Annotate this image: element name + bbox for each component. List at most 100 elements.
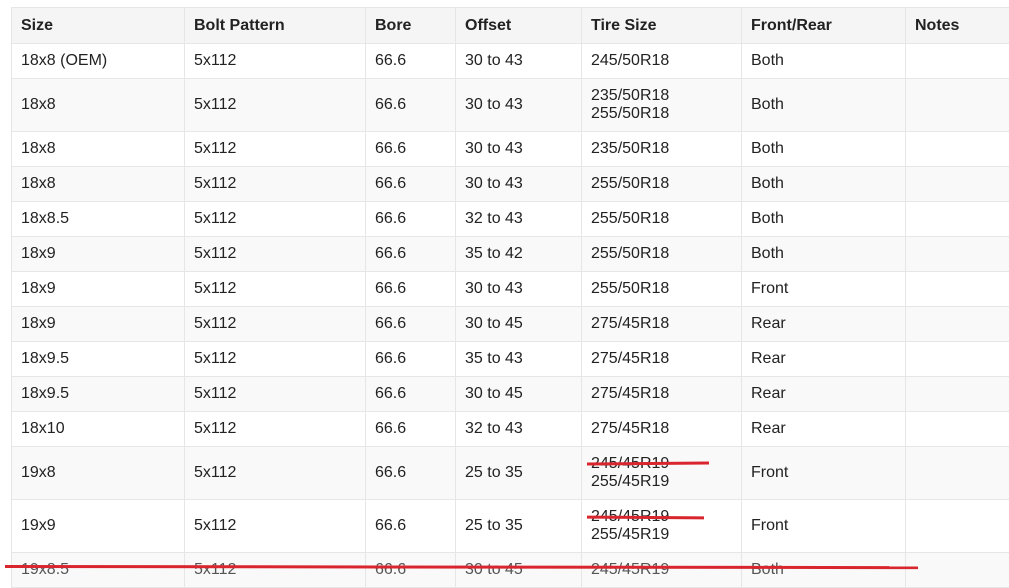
cell-front-rear: Both [742, 44, 906, 79]
cell-bolt-pattern: 5x112 [185, 272, 366, 307]
cell-offset: 30 to 43 [456, 79, 582, 132]
cell-bolt-pattern: 5x112 [185, 237, 366, 272]
cell-front-rear: Both [742, 132, 906, 167]
cell-bore: 66.6 [366, 447, 456, 500]
wheel-fitment-table-container: Size Bolt Pattern Bore Offset Tire Size … [11, 7, 1009, 588]
cell-notes [906, 79, 1009, 132]
tire-size-value: 245/45R19 [591, 561, 732, 579]
tire-size-value: 235/50R18 [591, 87, 732, 105]
cell-front-rear: Front [742, 447, 906, 500]
cell-front-rear: Front [742, 500, 906, 553]
cell-size: 18x10 [12, 412, 185, 447]
cell-tire-size: 255/50R18 [582, 237, 742, 272]
cell-bore: 66.6 [366, 79, 456, 132]
cell-size: 18x8 [12, 167, 185, 202]
cell-front-rear: Rear [742, 307, 906, 342]
cell-bolt-pattern: 5x112 [185, 553, 366, 588]
struck-tire-size: 245/45R19 [591, 508, 669, 526]
cell-bore: 66.6 [366, 132, 456, 167]
cell-tire-size: 245/50R18 [582, 44, 742, 79]
cell-offset: 32 to 43 [456, 412, 582, 447]
cell-notes [906, 272, 1009, 307]
cell-tire-size: 245/45R19 [582, 553, 742, 588]
cell-notes [906, 307, 1009, 342]
tire-size-value: 275/45R18 [591, 315, 732, 333]
cell-bore: 66.6 [366, 307, 456, 342]
tire-size-value: 235/50R18 [591, 140, 732, 158]
table-row: 18x9 5x112 66.6 35 to 42 255/50R18 Both [12, 237, 1009, 272]
cell-tire-size: 245/45R19 255/45R19 [582, 500, 742, 553]
cell-offset: 35 to 42 [456, 237, 582, 272]
cell-size: 18x9 [12, 237, 185, 272]
cell-tire-size: 235/50R18 [582, 132, 742, 167]
column-header-size[interactable]: Size [12, 8, 185, 44]
cell-tire-size: 275/45R18 [582, 307, 742, 342]
tire-size-value: 255/50R18 [591, 210, 732, 228]
cell-bolt-pattern: 5x112 [185, 412, 366, 447]
cell-size: 18x8 [12, 79, 185, 132]
cell-bore: 66.6 [366, 202, 456, 237]
column-header-front-rear[interactable]: Front/Rear [742, 8, 906, 44]
table-row: 18x9 5x112 66.6 30 to 45 275/45R18 Rear [12, 307, 1009, 342]
cell-size: 18x9.5 [12, 377, 185, 412]
red-strike-mark [587, 461, 709, 465]
cell-bore: 66.6 [366, 237, 456, 272]
cell-notes [906, 132, 1009, 167]
cell-tire-size: 275/45R18 [582, 342, 742, 377]
table-row: 18x9 5x112 66.6 30 to 43 255/50R18 Front [12, 272, 1009, 307]
cell-bore: 66.6 [366, 167, 456, 202]
table-row: 18x9.5 5x112 66.6 30 to 45 275/45R18 Rea… [12, 377, 1009, 412]
cell-bore: 66.6 [366, 44, 456, 79]
table-row: 19x9 5x112 66.6 25 to 35 245/45R19 255/4… [12, 500, 1009, 553]
cell-front-rear: Both [742, 167, 906, 202]
tire-size-value: 245/50R18 [591, 52, 732, 70]
cell-tire-size: 275/45R18 [582, 412, 742, 447]
tire-size-value: 275/45R18 [591, 420, 732, 438]
cell-bore: 66.6 [366, 412, 456, 447]
cell-notes [906, 500, 1009, 553]
cell-size: 18x9.5 [12, 342, 185, 377]
table-row: 18x10 5x112 66.6 32 to 43 275/45R18 Rear [12, 412, 1009, 447]
column-header-tire-size[interactable]: Tire Size [582, 8, 742, 44]
tire-size-value: 275/45R18 [591, 350, 732, 368]
cell-front-rear: Rear [742, 342, 906, 377]
cell-bolt-pattern: 5x112 [185, 500, 366, 553]
column-header-bolt-pattern[interactable]: Bolt Pattern [185, 8, 366, 44]
cell-tire-size: 245/45R19 255/45R19 [582, 447, 742, 500]
tire-size-value: 255/50R18 [591, 245, 732, 263]
cell-offset: 30 to 43 [456, 132, 582, 167]
cell-tire-size: 255/50R18 [582, 272, 742, 307]
column-header-offset[interactable]: Offset [456, 8, 582, 44]
column-header-notes[interactable]: Notes [906, 8, 1009, 44]
cell-bolt-pattern: 5x112 [185, 307, 366, 342]
tire-size-value: 275/45R18 [591, 385, 732, 403]
table-row: 19x8 5x112 66.6 25 to 35 245/45R19 255/4… [12, 447, 1009, 500]
wheel-fitment-table: Size Bolt Pattern Bore Offset Tire Size … [11, 7, 1009, 588]
cell-bolt-pattern: 5x112 [185, 167, 366, 202]
cell-front-rear: Both [742, 237, 906, 272]
cell-front-rear: Rear [742, 412, 906, 447]
tire-size-value: 255/50R18 [591, 175, 732, 193]
cell-bore: 66.6 [366, 272, 456, 307]
cell-offset: 30 to 43 [456, 167, 582, 202]
cell-size: 19x8 [12, 447, 185, 500]
cell-tire-size: 275/45R18 [582, 377, 742, 412]
cell-offset: 30 to 43 [456, 272, 582, 307]
cell-offset: 30 to 45 [456, 307, 582, 342]
cell-offset: 25 to 35 [456, 447, 582, 500]
cell-bore: 66.6 [366, 500, 456, 553]
cell-notes [906, 447, 1009, 500]
cell-notes [906, 202, 1009, 237]
table-header-row: Size Bolt Pattern Bore Offset Tire Size … [12, 8, 1009, 44]
cell-bore: 66.6 [366, 553, 456, 588]
table-row: 18x8 5x112 66.6 30 to 43 255/50R18 Both [12, 167, 1009, 202]
cell-notes [906, 553, 1009, 588]
cell-bolt-pattern: 5x112 [185, 44, 366, 79]
cell-size: 18x8.5 [12, 202, 185, 237]
cell-notes [906, 44, 1009, 79]
cell-offset: 35 to 43 [456, 342, 582, 377]
cell-size: 18x9 [12, 272, 185, 307]
column-header-bore[interactable]: Bore [366, 8, 456, 44]
table-row: 18x8.5 5x112 66.6 32 to 43 255/50R18 Bot… [12, 202, 1009, 237]
table-row: 18x8 (OEM) 5x112 66.6 30 to 43 245/50R18… [12, 44, 1009, 79]
